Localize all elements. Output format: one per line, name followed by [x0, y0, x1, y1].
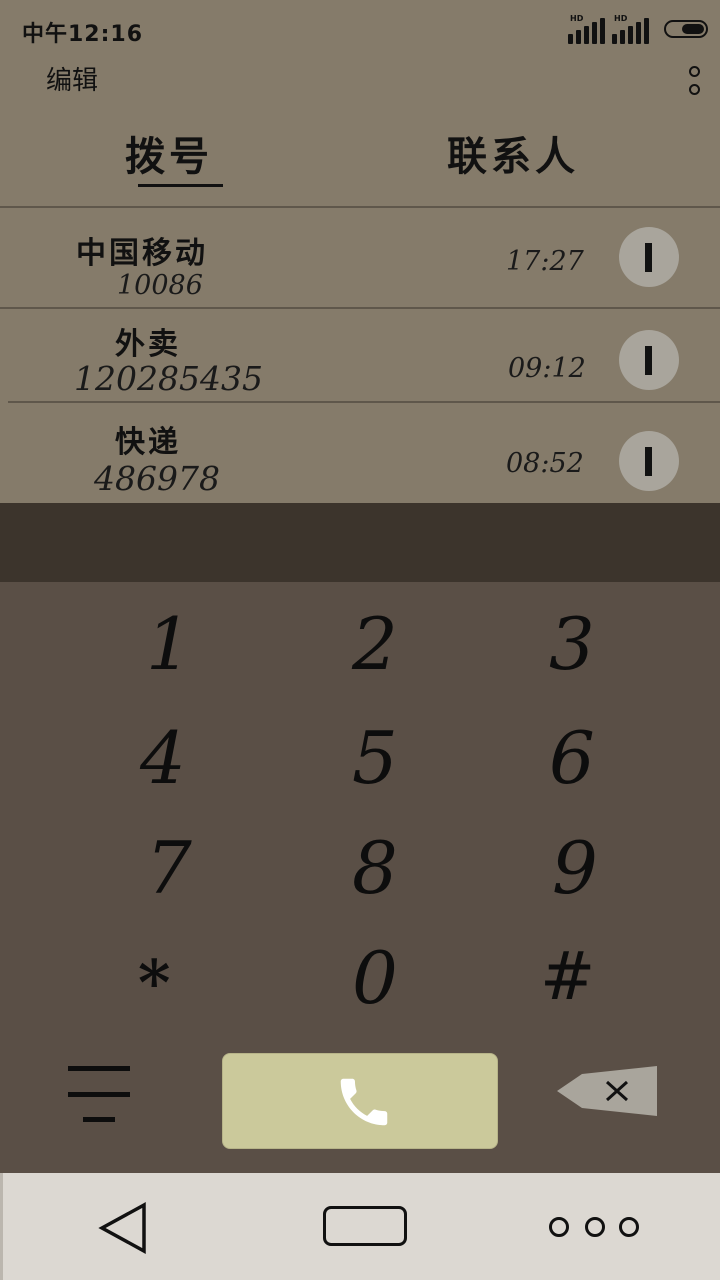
dial-key-1[interactable]: 1 [146, 608, 192, 680]
signal-strength-icon: HD [566, 14, 612, 44]
dial-key-star[interactable]: * [138, 952, 170, 1014]
phone-icon [340, 1078, 388, 1126]
toggle-icon [664, 20, 708, 38]
call-time: 09:12 [508, 353, 586, 384]
back-icon[interactable] [98, 1202, 148, 1254]
contact-name: 中国移动 [76, 236, 208, 271]
edit-button[interactable]: 编辑 [46, 60, 98, 97]
call-log-item[interactable]: 中国移动 10086 17:27 [0, 208, 720, 308]
contact-number: 120285435 [74, 359, 263, 398]
more-vert-icon[interactable] [686, 64, 706, 100]
contact-name: 外卖 [115, 327, 181, 362]
contact-number: 10086 [117, 270, 203, 301]
info-icon[interactable] [619, 330, 679, 390]
dial-key-9[interactable]: 9 [552, 832, 598, 904]
backspace-icon[interactable] [557, 1066, 657, 1116]
dial-key-4[interactable]: 4 [140, 722, 186, 794]
navigation-bar [0, 1173, 720, 1280]
call-button[interactable] [222, 1053, 498, 1149]
dial-key-5[interactable]: 5 [352, 722, 398, 794]
status-time: 中午12:16 [22, 22, 144, 47]
tab-indicator [138, 184, 223, 187]
tab-dial[interactable]: 拨号 [125, 124, 213, 182]
dial-key-7[interactable]: 7 [146, 832, 192, 904]
contact-name: 快递 [115, 425, 181, 460]
home-icon[interactable] [323, 1206, 407, 1246]
dial-key-2[interactable]: 2 [352, 608, 398, 680]
tab-contacts[interactable]: 联系人 [447, 124, 579, 182]
call-time: 17:27 [506, 246, 584, 277]
info-icon[interactable] [619, 431, 679, 491]
dial-key-3[interactable]: 3 [549, 608, 595, 680]
signal-strength-icon: HD [610, 14, 656, 44]
recents-icon[interactable] [549, 1217, 641, 1237]
info-icon[interactable] [619, 227, 679, 287]
status-bar: 中午12:16 HD HD [0, 0, 720, 60]
dialer-screen: 中午12:16 HD HD 编辑 拨号 联系人 中国移动 10086 1 7:27… [0, 0, 720, 1280]
hd-label: HD [570, 14, 584, 23]
dial-key-8[interactable]: 8 [352, 832, 398, 904]
dial-key-0[interactable]: 0 [352, 942, 398, 1014]
menu-icon[interactable] [68, 1066, 130, 1124]
call-log-item[interactable]: 外卖 120285435 09:12 [0, 309, 720, 401]
hd-label: HD [614, 14, 628, 23]
call-log-item[interactable]: 快递 486978 08:52 [0, 403, 720, 503]
dial-key-6[interactable]: 6 [549, 722, 595, 794]
contact-number: 486978 [94, 459, 220, 498]
dial-key-hash[interactable]: # [540, 944, 595, 1010]
number-display[interactable] [0, 503, 720, 582]
call-time: 08:52 [506, 448, 584, 479]
